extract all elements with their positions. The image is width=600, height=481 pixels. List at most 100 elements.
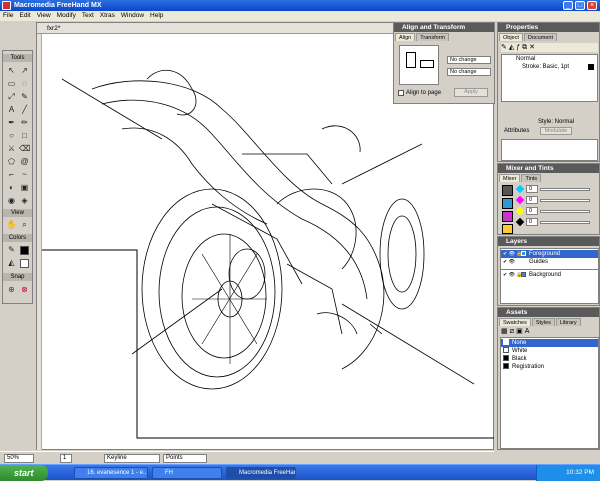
swatch-white[interactable]: White <box>503 347 527 355</box>
close-button[interactable]: × <box>587 1 597 10</box>
tab-styles[interactable]: Styles <box>531 318 555 326</box>
view-mode-select[interactable]: Keyline <box>104 454 160 463</box>
yellow-slider[interactable] <box>540 210 590 213</box>
magenta-slider[interactable] <box>540 199 590 202</box>
tab-tints[interactable]: Tints <box>521 174 542 182</box>
menu-edit[interactable]: Edit <box>16 11 33 21</box>
assets-panel-header[interactable]: Assets <box>498 308 599 317</box>
properties-item-stroke[interactable]: Stroke: Basic, 1pt <box>522 63 569 71</box>
zoom-tool-icon[interactable]: ⌕ <box>19 219 30 230</box>
stroke-color-icon[interactable]: ✎ <box>6 244 17 255</box>
scale-tool-icon[interactable]: ⤢ <box>6 91 17 102</box>
page-tool-icon[interactable]: ▭ <box>6 78 17 89</box>
knife-tool-icon[interactable]: ⚔ <box>6 143 17 154</box>
layer-visibility-icon[interactable]: ✔ 👁 🔒 <box>503 271 523 279</box>
connector-tool-icon[interactable]: ⌐ <box>6 169 17 180</box>
task-browser[interactable]: 16. evanesence 1 - e... <box>74 467 148 479</box>
layer-visibility-icon[interactable]: ✔ 👁 <box>503 258 515 266</box>
cyan-value[interactable]: 0 <box>526 185 538 193</box>
hand-tool-icon[interactable]: ✋ <box>6 219 17 230</box>
modulate-button[interactable]: Modulate <box>540 127 572 135</box>
layer-background[interactable]: Background <box>529 271 561 279</box>
system-color-icon[interactable] <box>502 224 513 234</box>
rectangle-tool-icon[interactable]: □ <box>19 130 30 141</box>
zoom-level-field[interactable]: 50% <box>4 454 34 463</box>
spiral-tool-icon[interactable]: @ <box>19 156 30 167</box>
tab-transform[interactable]: Transform <box>416 33 450 41</box>
line-tool-icon[interactable]: ╱ <box>19 104 30 115</box>
polygon-tool-icon[interactable]: ⬠ <box>6 156 17 167</box>
layers-panel-header[interactable]: Layers <box>498 237 599 246</box>
align-panel-header[interactable]: Align and Transform <box>394 23 494 32</box>
menu-modify[interactable]: Modify <box>54 11 79 21</box>
menu-window[interactable]: Window <box>118 11 147 21</box>
layer-color-chip[interactable] <box>521 251 526 256</box>
tab-object[interactable]: Object <box>499 33 523 41</box>
tab-swatches[interactable]: Swatches <box>499 318 531 326</box>
black-value[interactable]: 0 <box>526 218 538 226</box>
lasso-tool-icon[interactable]: ◌ <box>19 78 30 89</box>
vertical-align-select[interactable]: No change <box>447 68 491 76</box>
blend-tool-icon[interactable]: ◐ <box>6 182 17 193</box>
horizontal-align-select[interactable]: No change <box>447 56 491 64</box>
shadow-tool-icon[interactable]: ◈ <box>19 195 30 206</box>
hls-mode-icon[interactable] <box>502 211 513 222</box>
cmyk-mode-icon[interactable] <box>502 185 513 196</box>
menu-file[interactable]: File <box>0 11 16 21</box>
minimize-button[interactable]: _ <box>563 1 573 10</box>
black-slider[interactable] <box>540 221 590 224</box>
yellow-value[interactable]: 0 <box>526 207 538 215</box>
snap-to-object-icon[interactable]: ⊗ <box>19 284 30 295</box>
both-swatch-icon[interactable]: ▣ <box>516 328 525 335</box>
align-to-page-checkbox[interactable] <box>398 90 404 96</box>
fill-color-swatch[interactable] <box>20 259 29 268</box>
start-button[interactable]: start <box>0 465 48 481</box>
ellipse-tool-icon[interactable]: ○ <box>6 130 17 141</box>
tab-document[interactable]: Document <box>523 33 557 41</box>
add-stroke-icon[interactable]: ✎ <box>501 44 509 51</box>
menu-xtras[interactable]: Xtras <box>97 11 118 21</box>
layer-color-chip[interactable] <box>521 272 526 277</box>
eraser-tool-icon[interactable]: ⌫ <box>19 143 30 154</box>
rgb-mode-icon[interactable] <box>502 198 513 209</box>
magenta-value[interactable]: 0 <box>526 196 538 204</box>
tab-mixer[interactable]: Mixer <box>499 174 521 182</box>
properties-panel-header[interactable]: Properties <box>498 23 599 32</box>
subselect-tool-icon[interactable]: ↗ <box>19 65 30 76</box>
align-preview-grid[interactable] <box>399 45 439 85</box>
remove-icon[interactable]: ✕ <box>529 44 537 51</box>
cyan-slider[interactable] <box>540 188 590 191</box>
tab-align[interactable]: Align <box>395 33 416 41</box>
eyedropper-tool-icon[interactable]: ✎ <box>19 91 30 102</box>
pencil-tool-icon[interactable]: ✏ <box>19 117 30 128</box>
envelope-tool-icon[interactable]: ▣ <box>19 182 30 193</box>
fill-swatch-icon[interactable]: ▦ <box>501 328 510 335</box>
menu-help[interactable]: Help <box>147 11 166 21</box>
layer-foreground[interactable]: Foreground <box>529 250 560 258</box>
snap-to-point-icon[interactable]: ⊕ <box>6 284 17 295</box>
fill-color-icon[interactable]: ◭ <box>6 257 17 268</box>
page-number-field[interactable]: 1 <box>60 454 72 463</box>
layer-visibility-icon[interactable]: ✔ 👁 🔒 <box>503 250 523 258</box>
menu-view[interactable]: View <box>34 11 54 21</box>
layer-guides[interactable]: Guides <box>529 258 548 266</box>
text-tool-icon[interactable]: A <box>6 104 17 115</box>
properties-item-normal[interactable]: Normal <box>516 55 535 63</box>
stroke-color-swatch[interactable] <box>20 246 29 255</box>
tab-library[interactable]: Library <box>555 318 581 326</box>
freeform-tool-icon[interactable]: ~ <box>19 169 30 180</box>
maximize-button[interactable]: □ <box>575 1 585 10</box>
menu-text[interactable]: Text <box>79 11 97 21</box>
task-folder-fh[interactable]: FH <box>152 467 222 479</box>
extrude-tool-icon[interactable]: ◉ <box>6 195 17 206</box>
apply-button[interactable]: Apply <box>454 88 488 97</box>
units-select[interactable]: Points <box>163 454 207 463</box>
stroke-color-chip[interactable] <box>588 64 594 70</box>
text-swatch-icon[interactable]: A <box>525 328 532 335</box>
pointer-tool-icon[interactable]: ↖ <box>6 65 17 76</box>
mixer-panel-header[interactable]: Mixer and Tints <box>498 164 599 173</box>
swatch-registration[interactable]: Registration <box>503 363 544 371</box>
pen-tool-icon[interactable]: ✒ <box>6 117 17 128</box>
swatch-black[interactable]: Black <box>503 355 527 363</box>
task-freehand[interactable]: Macromedia FreeHan... <box>226 467 296 479</box>
